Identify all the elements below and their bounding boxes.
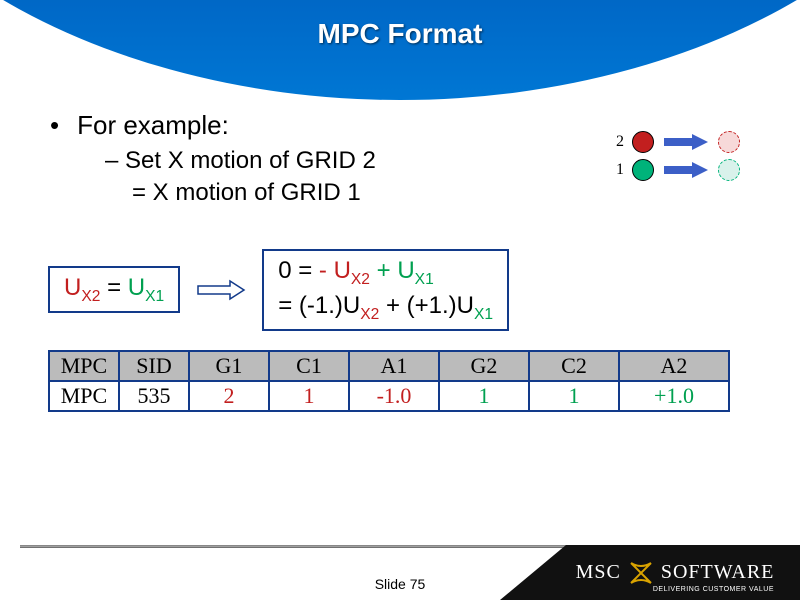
equation-line2: = (-1.)UX2 + (+1.)UX1 <box>278 290 493 325</box>
equation-simple: UX2 = UX1 <box>48 266 180 313</box>
table-header: MPC <box>49 351 119 381</box>
legend: 2 1 <box>612 128 740 184</box>
table-cell: 535 <box>119 381 189 411</box>
table-cell: 1 <box>439 381 529 411</box>
slide-number: Slide 75 <box>0 576 800 592</box>
table-cell: 1 <box>529 381 619 411</box>
implies-arrow-icon <box>196 277 246 303</box>
u-x2-label: UX2 <box>64 274 100 301</box>
mpc-table: MPC SID G1 C1 A1 G2 C2 A2 MPC 535 2 1 -1… <box>48 350 730 412</box>
table-header: A1 <box>349 351 439 381</box>
table-header: G2 <box>439 351 529 381</box>
dot-solid-red-icon <box>632 131 654 153</box>
table-header-row: MPC SID G1 C1 A1 G2 C2 A2 <box>49 351 729 381</box>
table-cell: -1.0 <box>349 381 439 411</box>
arrow-right-icon <box>662 160 710 180</box>
table-header: SID <box>119 351 189 381</box>
table-row: MPC 535 2 1 -1.0 1 1 +1.0 <box>49 381 729 411</box>
coef-ux2: = (-1.)UX2 <box>278 292 379 319</box>
plus-ux1: + UX1 <box>377 257 434 284</box>
minus-ux2: - UX2 <box>319 257 370 284</box>
table-header: G1 <box>189 351 269 381</box>
equation-expanded: 0 = - UX2 + UX1 = (-1.)UX2 + (+1.)UX1 <box>262 249 509 331</box>
dot-solid-green-icon <box>632 159 654 181</box>
dot-outline-green-icon <box>718 159 740 181</box>
table-header: C1 <box>269 351 349 381</box>
legend-row-1: 1 <box>612 156 740 184</box>
table-cell: MPC <box>49 381 119 411</box>
legend-row-2: 2 <box>612 128 740 156</box>
arrow-right-icon <box>662 132 710 152</box>
table-cell: +1.0 <box>619 381 729 411</box>
equation-line1: 0 = - UX2 + UX1 <box>278 255 493 290</box>
table-header: C2 <box>529 351 619 381</box>
equals-text: = <box>107 274 128 301</box>
equation-row: UX2 = UX1 0 = - UX2 + UX1 = (-1.)UX2 + (… <box>48 249 509 331</box>
header-arc <box>0 0 800 100</box>
table-cell: 1 <box>269 381 349 411</box>
legend-label-1: 1 <box>612 161 624 179</box>
coef-ux1: + (+1.)UX1 <box>379 292 493 319</box>
legend-label-2: 2 <box>612 133 624 151</box>
slide-title: MPC Format <box>0 18 800 50</box>
table-header: A2 <box>619 351 729 381</box>
table-cell: 2 <box>189 381 269 411</box>
u-x1-label: UX1 <box>128 274 164 301</box>
dot-outline-red-icon <box>718 131 740 153</box>
